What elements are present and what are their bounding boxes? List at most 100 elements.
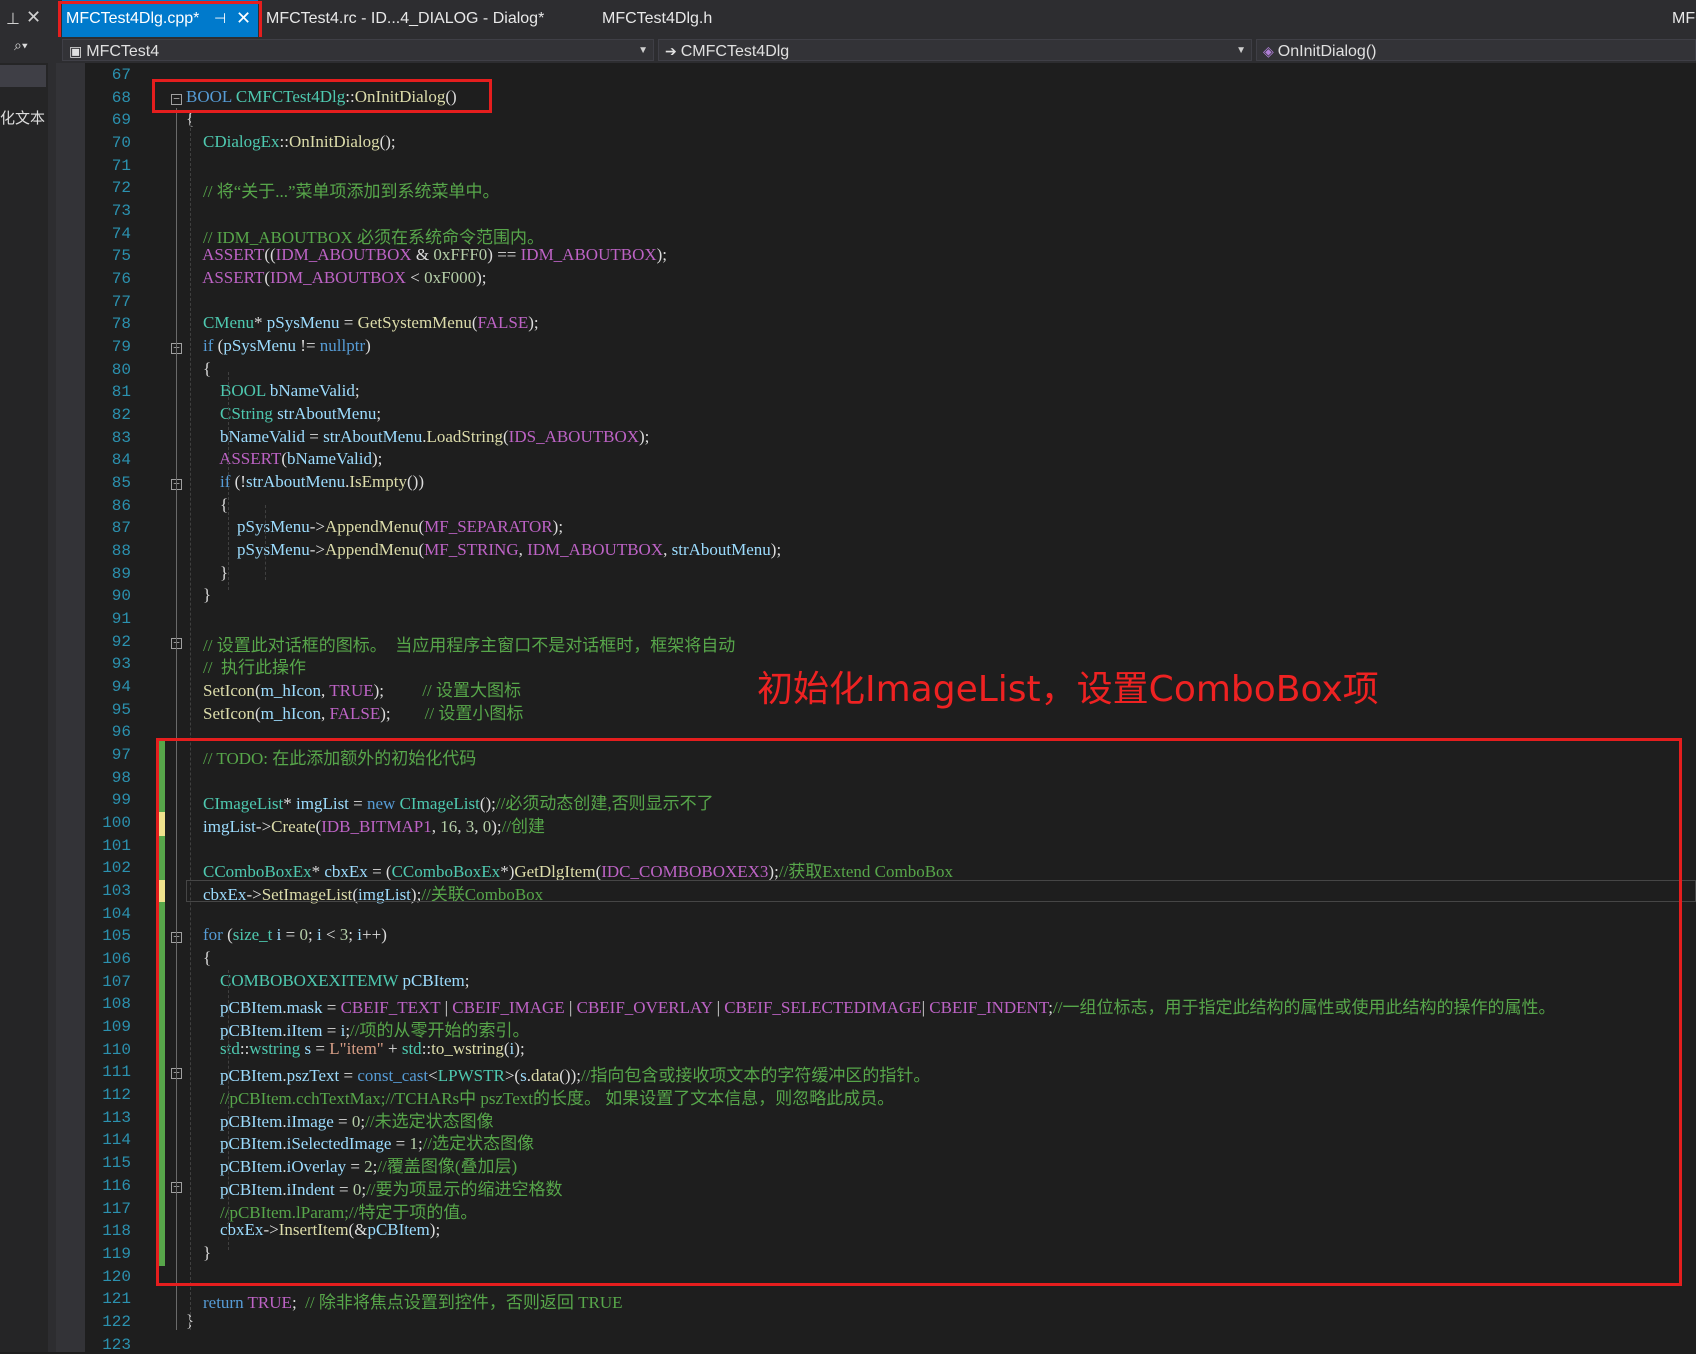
- line-number: 113: [102, 1109, 131, 1127]
- code-token: );: [372, 449, 383, 468]
- code-line: CDialogEx::OnInitDialog();: [186, 132, 396, 152]
- code-token: !=: [296, 336, 320, 355]
- indent-guide: [228, 372, 229, 590]
- line-number: 106: [102, 950, 131, 968]
- line-number: 105: [102, 927, 131, 945]
- line-number: 87: [111, 519, 131, 537]
- line-number: 102: [102, 859, 131, 877]
- code-token: strAboutMenu: [323, 427, 423, 446]
- code-token: IsEmpty: [349, 472, 407, 491]
- line-number: 88: [111, 542, 131, 560]
- line-number: 120: [102, 1268, 131, 1286]
- code-token: );: [476, 268, 487, 287]
- method-icon: ◈: [1263, 43, 1274, 59]
- tool-search-box[interactable]: [0, 65, 46, 87]
- line-number: 78: [111, 315, 131, 333]
- code-token: ) ==: [487, 245, 521, 264]
- code-token: ;: [376, 404, 382, 423]
- line-number: 116: [102, 1177, 131, 1195]
- pin-icon[interactable]: ⊥: [6, 9, 20, 29]
- tab-highlight-box: [58, 1, 262, 42]
- code-token: <: [406, 268, 425, 287]
- line-number: 79: [111, 338, 131, 356]
- line-number: 97: [111, 746, 131, 764]
- code-token: ((: [264, 245, 276, 264]
- code-token: bNameValid: [220, 427, 305, 446]
- line-number: 76: [111, 270, 131, 288]
- line-number: 111: [102, 1063, 131, 1081]
- search-icon[interactable]: ⌕▾: [14, 37, 28, 54]
- code-token: MF_STRING: [424, 540, 519, 559]
- code-token: AppendMenu: [324, 540, 419, 559]
- function-signature-highlight-box: [152, 79, 492, 113]
- indicator-margin[interactable]: [56, 63, 85, 1352]
- line-number: 107: [102, 973, 131, 991]
- code-line: ASSERT(bNameValid);: [186, 449, 382, 469]
- line-number: 96: [111, 723, 131, 741]
- code-line: }: [186, 563, 228, 583]
- code-token: &: [411, 245, 434, 264]
- tab-mfctest4-rc[interactable]: MFCTest4.rc - ID...4_DIALOG - Dialog*: [266, 0, 544, 37]
- code-token: m_hIcon: [260, 704, 322, 723]
- code-token: // 设置大图标: [422, 681, 521, 700]
- code-token: );: [528, 313, 539, 332]
- line-number: 71: [111, 157, 131, 175]
- chevron-down-icon: ▼: [638, 45, 648, 56]
- class-dropdown[interactable]: ➔ CMFCTest4Dlg ▼: [658, 39, 1252, 61]
- line-number: 68: [111, 89, 131, 107]
- code-token: nullptr: [319, 336, 366, 355]
- code-token: FALSE: [329, 704, 381, 723]
- code-token: pSysMenu: [237, 540, 310, 559]
- code-token: ()): [407, 472, 424, 491]
- code-token: );: [380, 704, 425, 723]
- line-number: 74: [111, 225, 131, 243]
- chevron-down-icon: ▼: [1236, 45, 1246, 56]
- code-token: =: [304, 427, 324, 446]
- code-token: // 执行此操作: [203, 658, 306, 677]
- code-token: IDM_ABOUTBOX: [270, 268, 407, 287]
- code-token: OnInitDialog: [288, 132, 380, 151]
- partial-text: 化文本: [0, 110, 46, 127]
- navigation-bar: ▣ MFCTest4 ▼ ➔ CMFCTest4Dlg ▼ ◈ OnInitDialo…: [0, 37, 1696, 63]
- code-token: bNameValid: [269, 381, 355, 400]
- code-line: pSysMenu->AppendMenu(MF_STRING, IDM_ABOU…: [186, 540, 781, 560]
- line-number: 90: [111, 587, 131, 605]
- line-number: 100: [102, 814, 131, 832]
- tab-mfctest4dlg-h[interactable]: MFCTest4Dlg.h: [602, 0, 712, 37]
- project-icon: ▣: [69, 43, 83, 59]
- code-token: CMenu: [203, 313, 254, 332]
- code-token: );: [373, 681, 423, 700]
- code-line: if (pSysMenu != nullptr): [186, 336, 371, 356]
- code-line: // 将“关于...”菜单项添加到系统菜单中。: [186, 177, 500, 202]
- line-number: 114: [102, 1131, 131, 1149]
- line-number: 67: [111, 66, 131, 84]
- solution-explorer-strip: 化文本: [0, 63, 48, 1352]
- line-number: 73: [111, 202, 131, 220]
- code-token: SetIcon: [203, 704, 255, 723]
- line-number: 95: [111, 701, 131, 719]
- code-token: // 将“关于...”菜单项添加到系统菜单中。: [203, 182, 500, 201]
- tab-overflow[interactable]: MFC: [1672, 0, 1696, 37]
- line-number: 85: [111, 474, 131, 492]
- code-token: IDS_ABOUTBOX: [508, 427, 640, 446]
- code-line: // 执行此操作: [186, 653, 306, 678]
- project-dropdown[interactable]: ▣ MFCTest4 ▼: [62, 39, 654, 61]
- code-token: pSysMenu: [266, 313, 340, 332]
- code-token: ::: [279, 132, 289, 151]
- line-number: 117: [102, 1200, 131, 1218]
- code-token: ,: [663, 540, 672, 559]
- close-icon[interactable]: ✕: [26, 7, 41, 28]
- line-number: 89: [111, 565, 131, 583]
- member-dropdown[interactable]: ◈ OnInitDialog(): [1256, 39, 1696, 61]
- splitter[interactable]: [48, 63, 56, 1352]
- code-token: BOOL: [220, 381, 266, 400]
- code-token: bNameValid: [287, 449, 372, 468]
- code-token: LoadString: [426, 427, 504, 446]
